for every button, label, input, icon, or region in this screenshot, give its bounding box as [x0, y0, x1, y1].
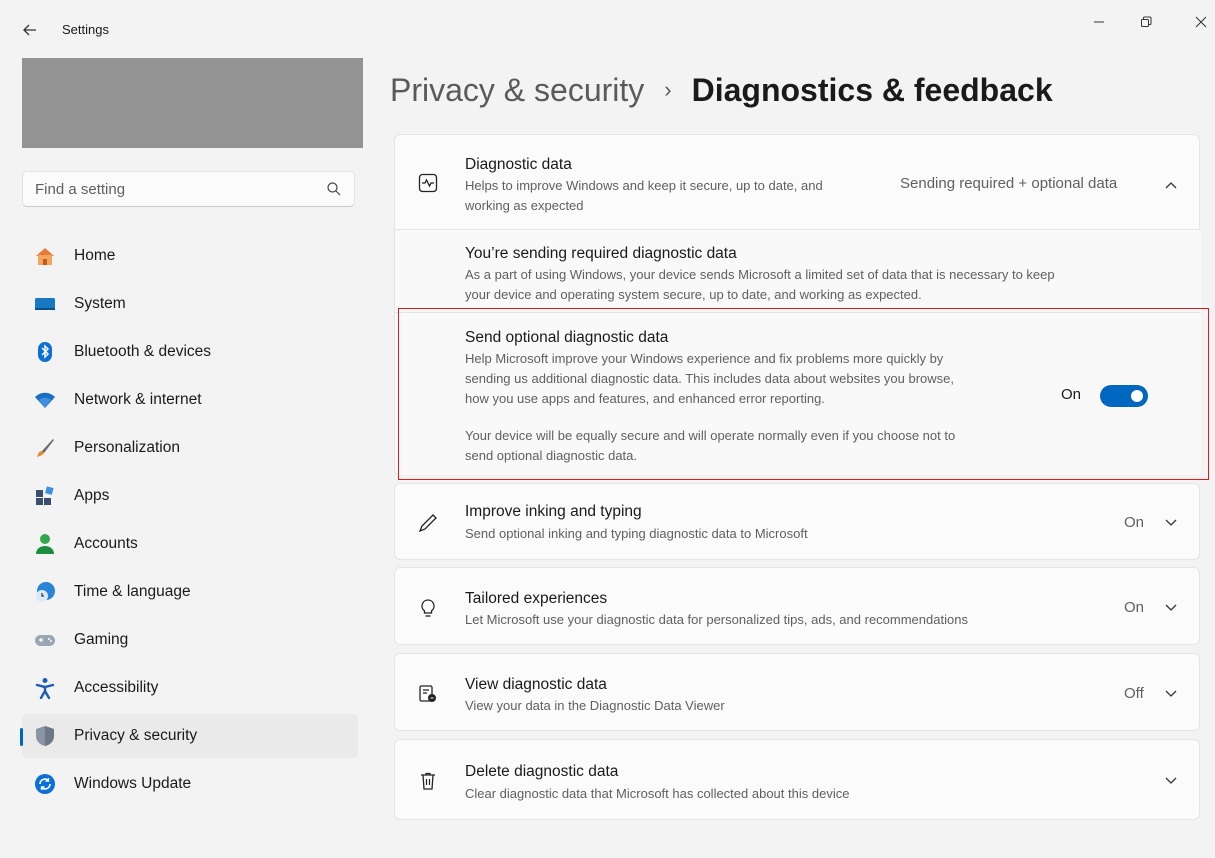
chevron-down-icon[interactable]	[1163, 600, 1179, 616]
minimize-icon	[1094, 21, 1104, 23]
search-box[interactable]	[22, 171, 355, 207]
setting-card-inking-typing[interactable]: Improve inking and typing Send optional …	[394, 483, 1200, 560]
required-data-title: You’re sending required diagnostic data	[465, 245, 737, 262]
sidebar-item-label: Home	[74, 247, 116, 264]
sidebar-item-label: Time & language	[74, 583, 191, 600]
data-viewer-icon	[417, 683, 439, 705]
sidebar-item-personalization[interactable]: Personalization	[22, 426, 358, 470]
brush-icon	[34, 437, 56, 459]
sidebar-item-label: System	[74, 295, 126, 312]
setting-desc: Clear diagnostic data that Microsoft has…	[465, 786, 850, 801]
sidebar-item-label: Apps	[74, 487, 110, 504]
sidebar-item-home[interactable]: Home	[22, 234, 358, 278]
setting-title: Tailored experiences	[465, 590, 608, 607]
breadcrumb-separator: ›	[664, 77, 672, 102]
sidebar-item-label: Accounts	[74, 535, 138, 552]
sidebar-item-label: Windows Update	[74, 775, 192, 792]
sidebar-item-accounts[interactable]: Accounts	[22, 522, 358, 566]
lightbulb-icon	[417, 597, 439, 619]
chevron-down-icon[interactable]	[1163, 773, 1179, 789]
home-icon	[34, 245, 56, 267]
sidebar-item-label: Accessibility	[74, 679, 159, 696]
wifi-icon	[34, 389, 56, 411]
sidebar-item-label: Network & internet	[74, 391, 202, 408]
sidebar-item-accessibility[interactable]: Accessibility	[22, 666, 358, 710]
setting-status: Off	[1124, 685, 1144, 702]
setting-status: On	[1124, 599, 1145, 616]
trash-icon	[417, 770, 439, 792]
sidebar-item-label: Gaming	[74, 631, 129, 648]
sidebar-nav: Home System Bluetooth & devices Network …	[20, 234, 358, 810]
globe-clock-icon	[34, 581, 56, 603]
setting-desc: Send optional inking and typing diagnost…	[465, 526, 808, 541]
accessibility-icon	[34, 677, 56, 699]
maximize-button[interactable]	[1131, 10, 1161, 34]
update-icon	[34, 773, 56, 795]
search-icon[interactable]	[326, 181, 342, 197]
setting-desc: Let Microsoft use your diagnostic data f…	[465, 612, 968, 627]
bluetooth-icon	[34, 341, 56, 363]
system-icon	[34, 293, 56, 315]
setting-title: Improve inking and typing	[465, 503, 642, 520]
gamepad-icon	[34, 629, 56, 651]
close-button[interactable]	[1186, 10, 1215, 34]
diagnostic-data-desc-line2: working as expected	[465, 198, 584, 213]
sidebar-item-gaming[interactable]: Gaming	[22, 618, 358, 662]
setting-status: On	[1124, 514, 1145, 531]
heartbeat-icon	[417, 172, 439, 194]
setting-card-tailored-experiences[interactable]: Tailored experiences Let Microsoft use y…	[394, 567, 1200, 645]
back-arrow-icon	[23, 24, 36, 36]
back-button[interactable]	[18, 18, 42, 42]
sidebar-item-label: Privacy & security	[74, 727, 198, 744]
chevron-up-icon[interactable]	[1163, 177, 1179, 193]
breadcrumb: Privacy & security › Diagnostics & feedb…	[390, 72, 1053, 109]
pen-icon	[417, 512, 439, 534]
required-data-desc-line1: As a part of using Windows, your device …	[465, 267, 1055, 282]
sidebar-item-privacy-security[interactable]: Privacy & security	[20, 714, 358, 758]
sidebar-item-label: Personalization	[74, 439, 180, 456]
diagnostic-data-header[interactable]: Diagnostic data Helps to improve Windows…	[395, 135, 1199, 229]
sidebar-item-network[interactable]: Network & internet	[22, 378, 358, 422]
user-profile-banner[interactable]	[22, 58, 363, 148]
sidebar-item-system[interactable]: System	[22, 282, 358, 326]
sidebar-item-bluetooth[interactable]: Bluetooth & devices	[22, 330, 358, 374]
required-data-desc-line2: your device and operating system secure,…	[465, 287, 922, 302]
setting-card-view-diagnostic-data[interactable]: View diagnostic data View your data in t…	[394, 653, 1200, 731]
chevron-down-icon[interactable]	[1163, 515, 1179, 531]
sidebar-item-windows-update[interactable]: Windows Update	[22, 762, 358, 806]
setting-title: View diagnostic data	[465, 676, 607, 693]
setting-desc: View your data in the Diagnostic Data Vi…	[465, 698, 725, 713]
page-title: Diagnostics & feedback	[691, 72, 1053, 108]
shield-icon	[34, 725, 56, 747]
search-input[interactable]	[35, 180, 326, 198]
setting-card-delete-diagnostic-data[interactable]: Delete diagnostic data Clear diagnostic …	[394, 739, 1200, 820]
sidebar-item-time-language[interactable]: Time & language	[22, 570, 358, 614]
diagnostic-data-desc-line1: Helps to improve Windows and keep it sec…	[465, 178, 823, 193]
app-title: Settings	[62, 22, 109, 37]
highlight-box	[398, 308, 1209, 480]
breadcrumb-parent[interactable]: Privacy & security	[390, 72, 644, 109]
accounts-icon	[34, 533, 56, 555]
diagnostic-data-title: Diagnostic data	[465, 156, 572, 173]
sidebar-item-apps[interactable]: Apps	[22, 474, 358, 518]
close-icon	[1195, 16, 1207, 28]
apps-icon	[34, 485, 56, 507]
minimize-button[interactable]	[1084, 10, 1114, 34]
chevron-down-icon[interactable]	[1163, 686, 1179, 702]
maximize-icon	[1141, 16, 1152, 27]
diagnostic-data-status: Sending required + optional data	[900, 175, 1118, 192]
sidebar-item-label: Bluetooth & devices	[74, 343, 212, 360]
setting-title: Delete diagnostic data	[465, 763, 619, 780]
title-bar: Settings	[0, 0, 1215, 58]
